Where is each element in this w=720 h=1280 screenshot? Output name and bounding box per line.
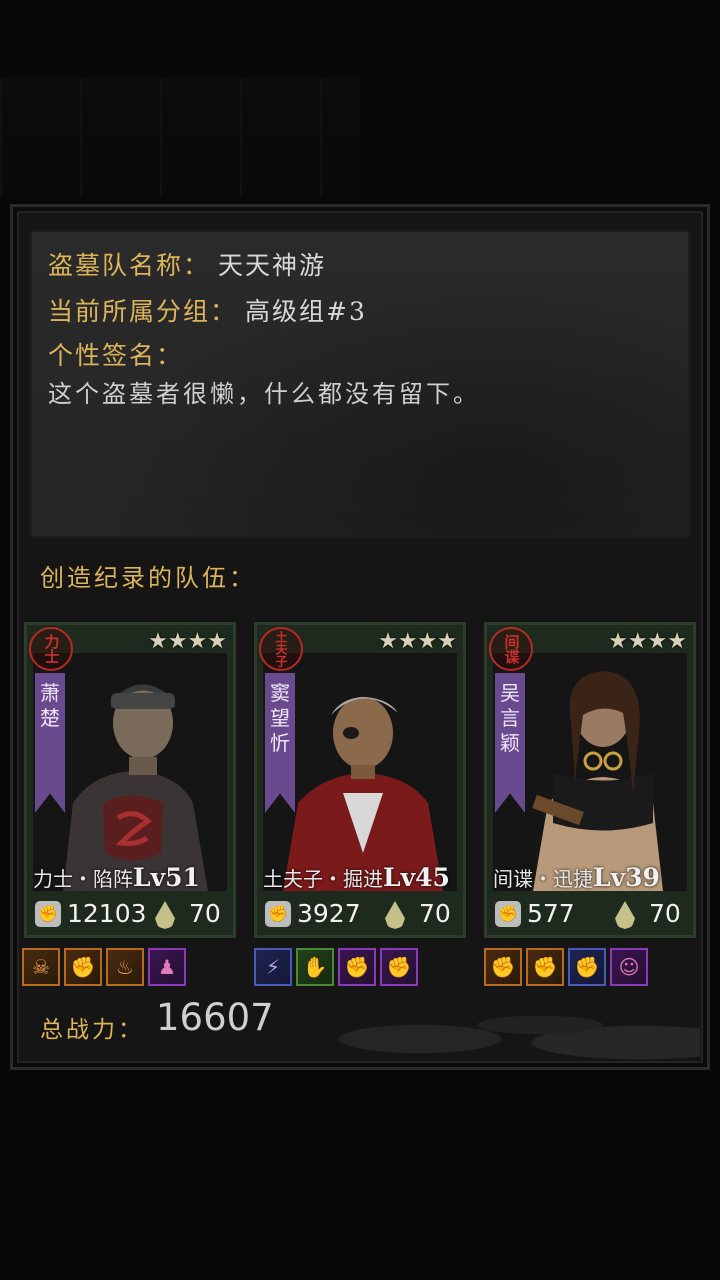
signature-label: 个性签名： xyxy=(48,341,184,370)
energy-drop-icon xyxy=(385,901,405,929)
star-rating-text: ★★★★ xyxy=(148,629,227,654)
power-fist-icon: ✊ xyxy=(265,901,291,927)
hero-stats: ✊ 12103 70 xyxy=(35,899,233,933)
hero-power: 577 xyxy=(527,899,575,928)
hero-name-ribbon: 窦 望 忻 xyxy=(265,673,295,813)
hero-name-ribbon: 吴 言 颖 xyxy=(495,673,525,813)
team-group-row: 当前所属分组： 高级组#3 xyxy=(48,292,367,328)
hero-card[interactable]: ★★★★ 土夫子 窦 望 忻 土夫子・掘进Lv45 ✊ 3927 70 xyxy=(254,622,466,938)
power-fist-icon: ✊ xyxy=(495,901,521,927)
hero-name-char: 楚 xyxy=(40,706,60,730)
top-decoration xyxy=(0,78,360,198)
rubble-decoration xyxy=(300,990,700,1060)
hero-stats: ✊ 3927 70 xyxy=(265,899,463,933)
hero-name-char: 忻 xyxy=(270,731,290,755)
hero-skill-row: ☠ ✊ ♨ ♟ xyxy=(22,948,186,986)
hero-level: Lv45 xyxy=(383,863,450,892)
fist-skill-icon[interactable]: ✊ xyxy=(64,948,102,986)
star-rating-text: ★★★★ xyxy=(378,629,457,654)
team-group-label: 当前所属分组： xyxy=(48,297,238,326)
orange-fist-skill-icon[interactable]: ✊ xyxy=(484,948,522,986)
hero-name-char: 颖 xyxy=(500,731,520,755)
class-seal: 间谍 xyxy=(489,627,533,671)
shadow-skill-icon[interactable]: ♟ xyxy=(148,948,186,986)
power-fist-icon: ✊ xyxy=(35,901,61,927)
star-rating: ★★★★ xyxy=(608,631,687,653)
hero-name-char: 言 xyxy=(500,706,520,730)
team-name-label: 盗墓队名称： xyxy=(48,251,211,280)
hero-class-level: 力士・陷阵Lv51 xyxy=(33,863,233,892)
star-rating: ★★★★ xyxy=(148,631,227,653)
team-group-value: 高级组#3 xyxy=(245,297,367,326)
class-seal: 力士 xyxy=(29,627,73,671)
hero-stats: ✊ 577 70 xyxy=(495,899,693,933)
hero-card[interactable]: ★★★★ 间谍 吴 言 颖 间谍・迅捷Lv39 ✊ 577 70 xyxy=(484,622,696,938)
class-seal: 土夫子 xyxy=(259,627,303,671)
record-team-title: 创造纪录的队伍： xyxy=(40,564,256,592)
team-name-row: 盗墓队名称： 天天神游 xyxy=(48,246,326,282)
total-power-label: 总战力： xyxy=(40,1017,144,1043)
hero-class-level: 土夫子・掘进Lv45 xyxy=(263,863,463,892)
energy-drop-icon xyxy=(155,901,175,929)
claw-skill-icon[interactable]: ✋ xyxy=(296,948,334,986)
hand-skill-icon[interactable]: ✊ xyxy=(526,948,564,986)
hero-level: Lv39 xyxy=(593,863,660,892)
purple-fist-skill-icon[interactable]: ✊ xyxy=(338,948,376,986)
hero-skill-row: ⚡ ✋ ✊ ✊ xyxy=(254,948,418,986)
hero-card[interactable]: ★★★★ 力士 萧 楚 力士・陷阵Lv51 ✊ 12103 70 xyxy=(24,622,236,938)
hero-class-level: 间谍・迅捷Lv39 xyxy=(493,863,693,892)
hero-class: 土夫子・掘进 xyxy=(263,867,383,891)
signature-text: 这个盗墓者很懒，什么都没有留下。 xyxy=(48,380,480,408)
hero-energy: 70 xyxy=(649,899,681,928)
hero-name-char: 萧 xyxy=(40,681,60,705)
hero-name-char: 吴 xyxy=(500,681,520,705)
hero-energy: 70 xyxy=(189,899,221,928)
hero-name-ribbon: 萧 楚 xyxy=(35,673,65,813)
hero-class: 间谍・迅捷 xyxy=(493,867,593,891)
hero-level: Lv51 xyxy=(133,863,200,892)
hero-class: 力士・陷阵 xyxy=(33,867,133,891)
hero-energy: 70 xyxy=(419,899,451,928)
hero-name-char: 望 xyxy=(270,706,290,730)
portrait-skill-icon[interactable]: ☺ xyxy=(610,948,648,986)
energy-drop-icon xyxy=(615,901,635,929)
total-power-value: 16607 xyxy=(156,996,274,1039)
hero-power: 3927 xyxy=(297,899,361,928)
ghoul-skill-icon[interactable]: ☠ xyxy=(22,948,60,986)
fire-skill-icon[interactable]: ♨ xyxy=(106,948,144,986)
team-name-value: 天天神游 xyxy=(218,251,327,280)
star-rating: ★★★★ xyxy=(378,631,457,653)
hero-skill-row: ✊ ✊ ✊ ☺ xyxy=(484,948,648,986)
magenta-fist-skill-icon[interactable]: ✊ xyxy=(568,948,606,986)
lightning-skill-icon[interactable]: ⚡ xyxy=(254,948,292,986)
hero-name-char: 窦 xyxy=(270,681,290,705)
hero-power: 12103 xyxy=(67,899,147,928)
green-fist-skill-icon[interactable]: ✊ xyxy=(380,948,418,986)
star-rating-text: ★★★★ xyxy=(608,629,687,654)
